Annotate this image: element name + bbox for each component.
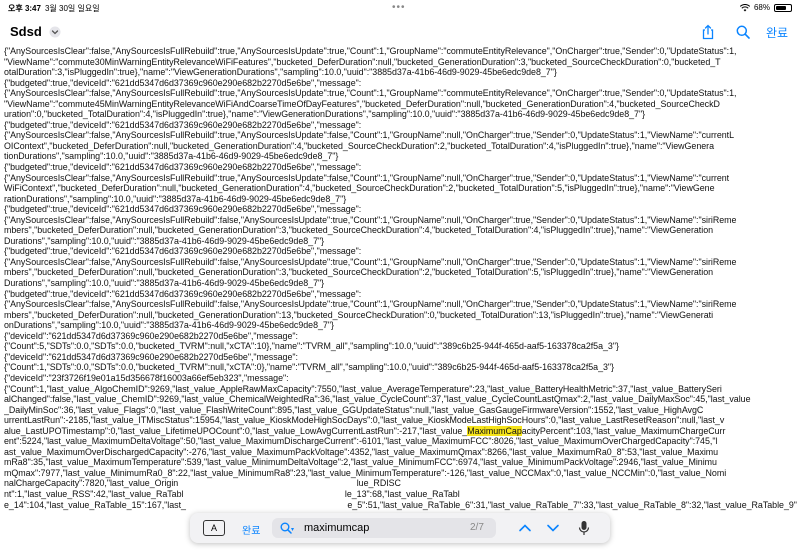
log-line: rationDurations","sampling":10.0,"uuid":… <box>4 193 347 204</box>
search-match-highlight: MaximumCap <box>467 425 522 436</box>
log-line: mRa8":35,"last_value_MaximumTemperature"… <box>4 457 717 468</box>
log-line: mbers","bucketed_DeferDuration":null,"bu… <box>4 225 714 236</box>
log-line: mbers","bucketed_DeferDuration":null,"bu… <box>4 267 714 278</box>
log-line: alChanged":false,"last_value_ChemID":926… <box>4 394 751 405</box>
keyboard-toggle-button[interactable]: A <box>203 520 225 536</box>
log-line: {"AnySourcesIsClear":false,"AnySourcesIs… <box>4 172 730 183</box>
log-line: {"budgeted":true,"deviceId":"621dd5347d6… <box>4 162 362 173</box>
find-field[interactable]: ▾ 2/7 <box>272 518 496 538</box>
log-line: urrentLastRun":-2185,"last_value_ITMiscS… <box>4 415 725 426</box>
log-line: {"AnySourcesIsClear":false,"AnySourcesIs… <box>4 214 737 225</box>
nav-bar: Sdsd 완료 <box>0 16 800 46</box>
chevron-down-icon[interactable] <box>49 26 61 38</box>
log-line: WiFiContext","bucketed_DeferDuration":nu… <box>4 183 715 194</box>
done-button[interactable]: 완료 <box>766 24 788 41</box>
log-line: {"AnySourcesIsClear":false,"AnySourcesIs… <box>4 88 737 99</box>
log-line: {"deviceId":"23f3726f19e01a15d356678f160… <box>4 372 289 383</box>
find-toolbar: A 완료 ▾ 2/7 <box>190 513 610 543</box>
status-time-date: 오후 3:47 3월 30일 일요일 <box>8 3 100 14</box>
battery-percent: 68% <box>753 3 770 12</box>
log-line: nt":1,"last_value_RSS":42,"last_value_Ra… <box>4 488 460 499</box>
log-line: Durations","sampling":10.0,"uuid":"3885d… <box>4 235 325 246</box>
document-title[interactable]: Sdsd <box>10 24 42 39</box>
find-input[interactable] <box>304 520 424 536</box>
log-line: {"budgeted":true,"deviceId":"621dd5347d6… <box>4 119 362 130</box>
log-line: {"budgeted":true,"deviceId":"621dd5347d6… <box>4 204 362 215</box>
log-line: {"Count":1,"last_value_AlgoChemID":9269,… <box>4 383 722 394</box>
log-line: {"AnySourcesIsClear":false,"AnySourcesIs… <box>4 130 735 141</box>
log-line: alue_LastUPOTimestamp":0,"last_value_Lif… <box>4 425 726 436</box>
log-line: {"deviceId":"621dd5347d6d37369c960e290e6… <box>4 330 298 341</box>
log-line: {"AnySourcesIsClear":false,"AnySourcesIs… <box>4 299 737 310</box>
wifi-icon <box>739 3 750 11</box>
log-line: {"budgeted":true,"deviceId":"621dd5347d6… <box>4 77 362 88</box>
find-done-button[interactable]: 완료 <box>242 522 260 537</box>
log-line: {"Count":1,"SDTs":0.0,"SDTs":0.0,"bucket… <box>4 362 615 373</box>
share-icon[interactable] <box>700 24 716 40</box>
log-line: mQmax":7977,"last_value_MinimumRa0_8":22… <box>4 467 727 478</box>
log-line: Durations","sampling":10.0,"uuid":"3885d… <box>4 278 325 289</box>
status-date: 3월 30일 일요일 <box>44 4 100 13</box>
log-line: {"deviceId":"621dd5347d6d37369c960e290e6… <box>4 351 298 362</box>
match-count: 2/7 <box>470 522 484 533</box>
log-line: ast_value_MaximumOverDischargedCapacity"… <box>4 446 719 457</box>
log-line: mbers","bucketed_DeferDuration":null,"bu… <box>4 309 714 320</box>
log-line: nalChargeCapacity":7820,"last_value_Orig… <box>4 478 401 489</box>
log-line: {"budgeted":true,"deviceId":"621dd5347d6… <box>4 246 362 257</box>
multitasking-dots-icon[interactable]: ••• <box>392 2 406 13</box>
chevron-up-icon[interactable] <box>518 521 532 535</box>
log-line: onDurations","sampling":10.0,"uuid":"388… <box>4 320 334 331</box>
log-line: uration":0,"bucketed_TotalDuration":4,"i… <box>4 109 646 120</box>
status-bar: 오후 3:47 3월 30일 일요일 ••• 68% <box>0 0 800 16</box>
log-line: {"budgeted":true,"deviceId":"621dd5347d6… <box>4 288 362 299</box>
log-line: OIContext","bucketed_DeferDuration":null… <box>4 140 715 151</box>
status-right: 68% <box>739 3 792 12</box>
log-text-content[interactable]: {"AnySourcesIsClear":false,"AnySourcesIs… <box>4 46 797 559</box>
log-line: ent":5224,"last_value_MaximumDeltaVoltag… <box>4 436 718 447</box>
find-options-chevron-icon[interactable]: ▾ <box>291 526 294 533</box>
log-line: "ViewName":"commute30MinWarningEntityRel… <box>4 56 721 67</box>
battery-icon <box>774 3 792 12</box>
log-line: "ViewName":"commute45MinWarningEntityRel… <box>4 98 720 109</box>
chevron-down-icon[interactable] <box>546 521 560 535</box>
log-line: {"AnySourcesIsClear":false,"AnySourcesIs… <box>4 46 737 56</box>
log-line: e_14":104,"last_value_RaTable_15":167,"l… <box>4 499 797 510</box>
log-line: {"Count":5,"SDTs":0.0,"SDTs":0.0,"bucket… <box>4 341 619 352</box>
log-line: _DailyMinSoc":36,"last_value_Flags":0,"l… <box>4 404 704 415</box>
microphone-icon[interactable] <box>578 520 590 536</box>
search-icon[interactable] <box>736 25 750 39</box>
log-line: {"AnySourcesIsClear":false,"AnySourcesIs… <box>4 256 737 267</box>
log-line: otalDuration":3,"isPluggedIn":true},"nam… <box>4 67 557 78</box>
log-line: tionDurations","sampling":10.0,"uuid":"3… <box>4 151 339 162</box>
status-time: 오후 3:47 <box>8 4 41 13</box>
battery-fill <box>776 5 786 10</box>
